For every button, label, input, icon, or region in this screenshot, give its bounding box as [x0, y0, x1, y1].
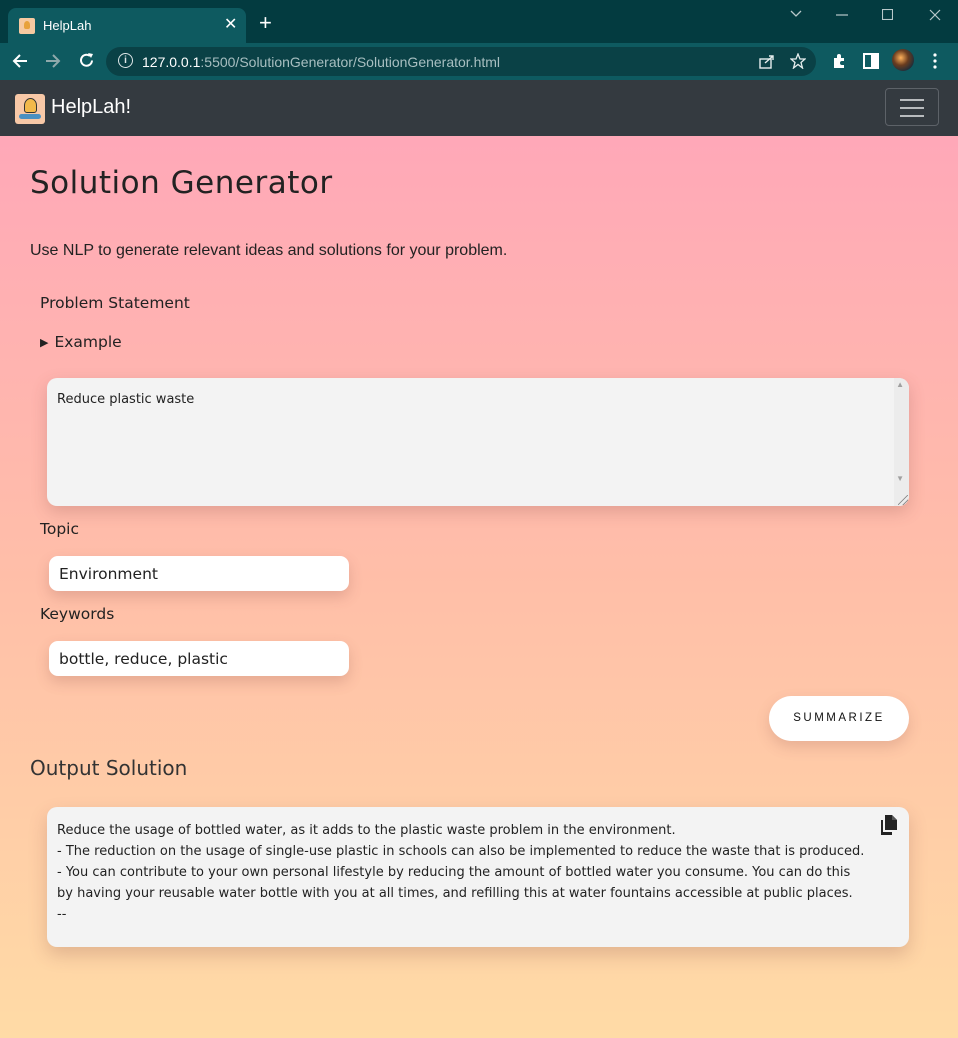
- output-solution-box: Reduce the usage of bottled water, as it…: [47, 807, 909, 947]
- forward-icon[interactable]: [45, 53, 61, 69]
- resize-grip-icon[interactable]: [898, 495, 908, 505]
- window-close-icon[interactable]: [929, 9, 941, 21]
- summarize-button[interactable]: SUMMARIZE: [769, 696, 909, 741]
- bookmark-star-icon[interactable]: [790, 53, 806, 69]
- profile-avatar[interactable]: [892, 49, 914, 71]
- tab-title: HelpLah: [43, 18, 92, 33]
- url-text: 127.0.0.1:5500/SolutionGenerator/Solutio…: [142, 54, 501, 70]
- output-solution-title: Output Solution: [30, 756, 188, 780]
- tab-close-icon[interactable]: ✕: [224, 16, 237, 34]
- navbar-toggle-button[interactable]: [885, 88, 939, 126]
- output-line: Reduce the usage of bottled water, as it…: [57, 823, 676, 838]
- keywords-label: Keywords: [40, 605, 115, 623]
- topic-label: Topic: [40, 520, 79, 538]
- favicon-icon: [19, 18, 35, 34]
- textarea-scrollbar[interactable]: [894, 378, 909, 506]
- output-line: - The reduction on the usage of single-u…: [57, 844, 865, 859]
- minimize-icon[interactable]: [836, 14, 848, 16]
- example-label: Example: [54, 333, 122, 351]
- browser-tab-bar: HelpLah ✕ +: [0, 0, 958, 43]
- copy-icon[interactable]: [878, 814, 900, 836]
- maximize-icon[interactable]: [882, 9, 893, 20]
- brand-name[interactable]: HelpLah!: [51, 96, 131, 119]
- new-tab-icon[interactable]: +: [259, 12, 272, 34]
- problem-statement-label: Problem Statement: [40, 294, 190, 312]
- site-info-icon[interactable]: i: [118, 53, 133, 68]
- side-panel-icon[interactable]: [863, 53, 879, 69]
- output-line: --: [57, 907, 67, 922]
- problem-statement-value: Reduce plastic waste: [57, 392, 195, 407]
- back-icon[interactable]: [12, 53, 28, 69]
- browser-tab[interactable]: HelpLah ✕: [8, 8, 246, 43]
- output-line: - You can contribute to your own persona…: [57, 865, 853, 901]
- topic-input[interactable]: Environment: [49, 556, 349, 591]
- scroll-up-icon[interactable]: ▲: [896, 380, 904, 389]
- keywords-input[interactable]: bottle, reduce, plastic: [49, 641, 349, 676]
- share-icon[interactable]: [759, 54, 775, 69]
- hamburger-icon: [900, 99, 924, 101]
- browser-toolbar: i 127.0.0.1:5500/SolutionGenerator/Solut…: [0, 43, 958, 80]
- browser-menu-icon[interactable]: [933, 53, 937, 69]
- reload-icon[interactable]: [78, 52, 95, 69]
- scroll-down-icon[interactable]: ▼: [896, 474, 904, 483]
- disclosure-triangle-icon: ▶: [40, 336, 49, 349]
- brand-logo-icon[interactable]: [15, 94, 45, 124]
- app-navbar: HelpLah!: [0, 80, 958, 136]
- address-bar[interactable]: i 127.0.0.1:5500/SolutionGenerator/Solut…: [106, 47, 816, 76]
- page-description: Use NLP to generate relevant ideas and s…: [30, 242, 508, 259]
- page-title: Solution Generator: [30, 165, 333, 201]
- extensions-icon[interactable]: [831, 53, 847, 69]
- problem-statement-textarea[interactable]: ▲ ▼ Reduce plastic waste: [47, 378, 909, 506]
- main-content: Solution Generator Use NLP to generate r…: [0, 136, 958, 1038]
- example-disclosure[interactable]: ▶ Example: [40, 333, 122, 351]
- tab-search-icon[interactable]: [790, 10, 802, 18]
